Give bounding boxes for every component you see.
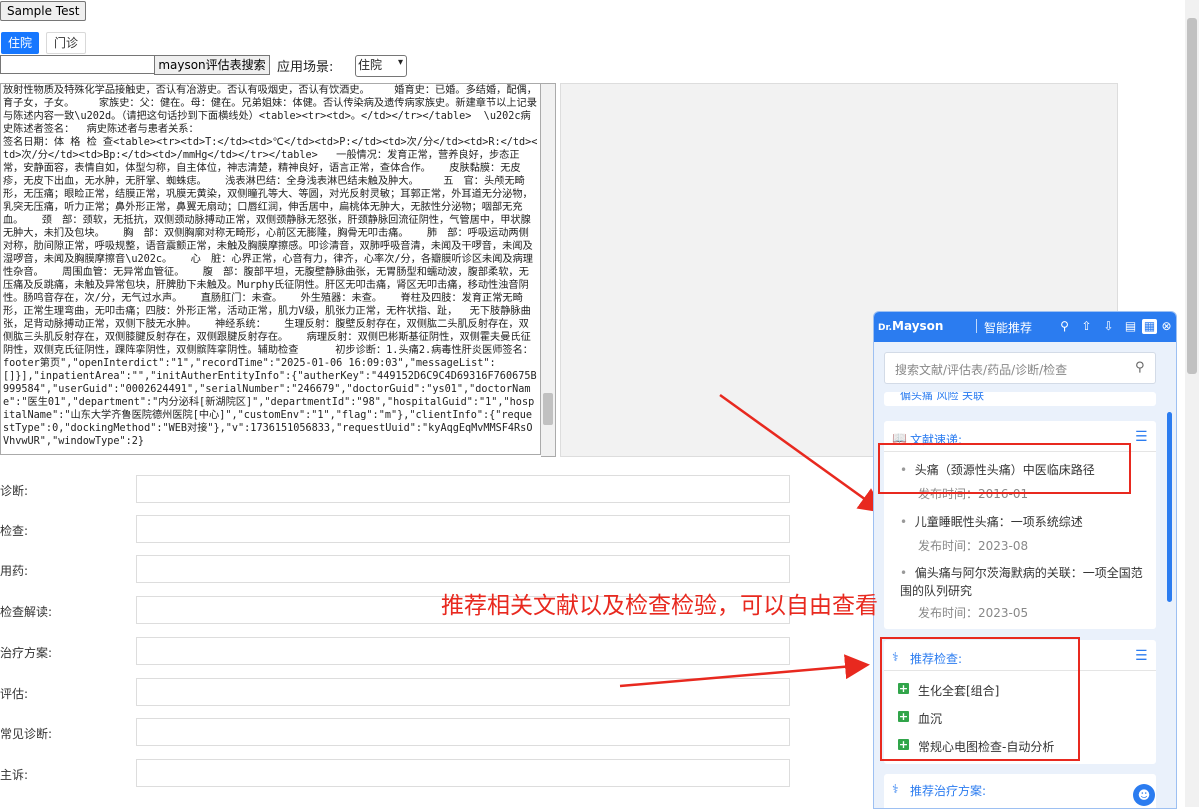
mayson-logo: Dr.Mayson <box>878 319 944 333</box>
list-menu-icon[interactable]: ☰ <box>1135 648 1148 664</box>
panel-search-placeholder: 搜索文献/评估表/药品/诊断/检查 <box>895 363 1068 377</box>
document-icon[interactable]: ▤ <box>1123 319 1138 334</box>
header-divider <box>976 319 977 333</box>
panel-header: Dr.Mayson 智能推荐 ⚲ ⇧ ⇩ ▤ ▦ ⊗ <box>874 312 1176 342</box>
literature-item[interactable]: • 偏头痛与阿尔茨海默病的关联：一项全国范围的队列研究 <box>900 564 1150 600</box>
user-avatar-icon[interactable]: ☻ <box>1133 784 1155 806</box>
highlight-box-exams <box>880 637 1080 761</box>
download-icon[interactable]: ⇩ <box>1101 319 1116 334</box>
panel-scrollbar-thumb[interactable] <box>1167 412 1172 602</box>
previous-card-text: 偏头痛 风险 关联 <box>900 392 984 402</box>
treatment-card: ⚕ 推荐治疗方案: <box>884 774 1156 808</box>
arrow-to-exams <box>619 654 870 688</box>
list-menu-icon[interactable]: ☰ <box>1135 429 1148 445</box>
panel-search-input[interactable]: 搜索文献/评估表/药品/诊断/检查 ⚲ <box>884 352 1156 384</box>
inbox-icon[interactable]: ▦ <box>1142 319 1157 334</box>
treatment-title: 推荐治疗方案: <box>910 784 987 798</box>
treatment-icon: ⚕ <box>892 782 899 796</box>
arrow-to-literature <box>719 393 885 513</box>
panel-title: 智能推荐 <box>984 321 1033 335</box>
search-icon[interactable]: ⚲ <box>1057 319 1072 334</box>
previous-card: 偏头痛 风险 关联 <box>884 392 1156 406</box>
close-icon[interactable]: ⊗ <box>1159 319 1174 334</box>
literature-item[interactable]: • 儿童睡眠性头痛：一项系统综述 <box>900 513 1150 531</box>
upload-icon[interactable]: ⇧ <box>1079 319 1094 334</box>
highlight-box-literature <box>878 443 1131 494</box>
literature-date: 发布时间：2023-05 <box>918 606 1029 620</box>
search-icon[interactable]: ⚲ <box>1135 360 1145 375</box>
annotation-text: 推荐相关文献以及检查检验，可以自由查看 <box>441 593 878 619</box>
literature-date: 发布时间：2023-08 <box>918 539 1029 553</box>
